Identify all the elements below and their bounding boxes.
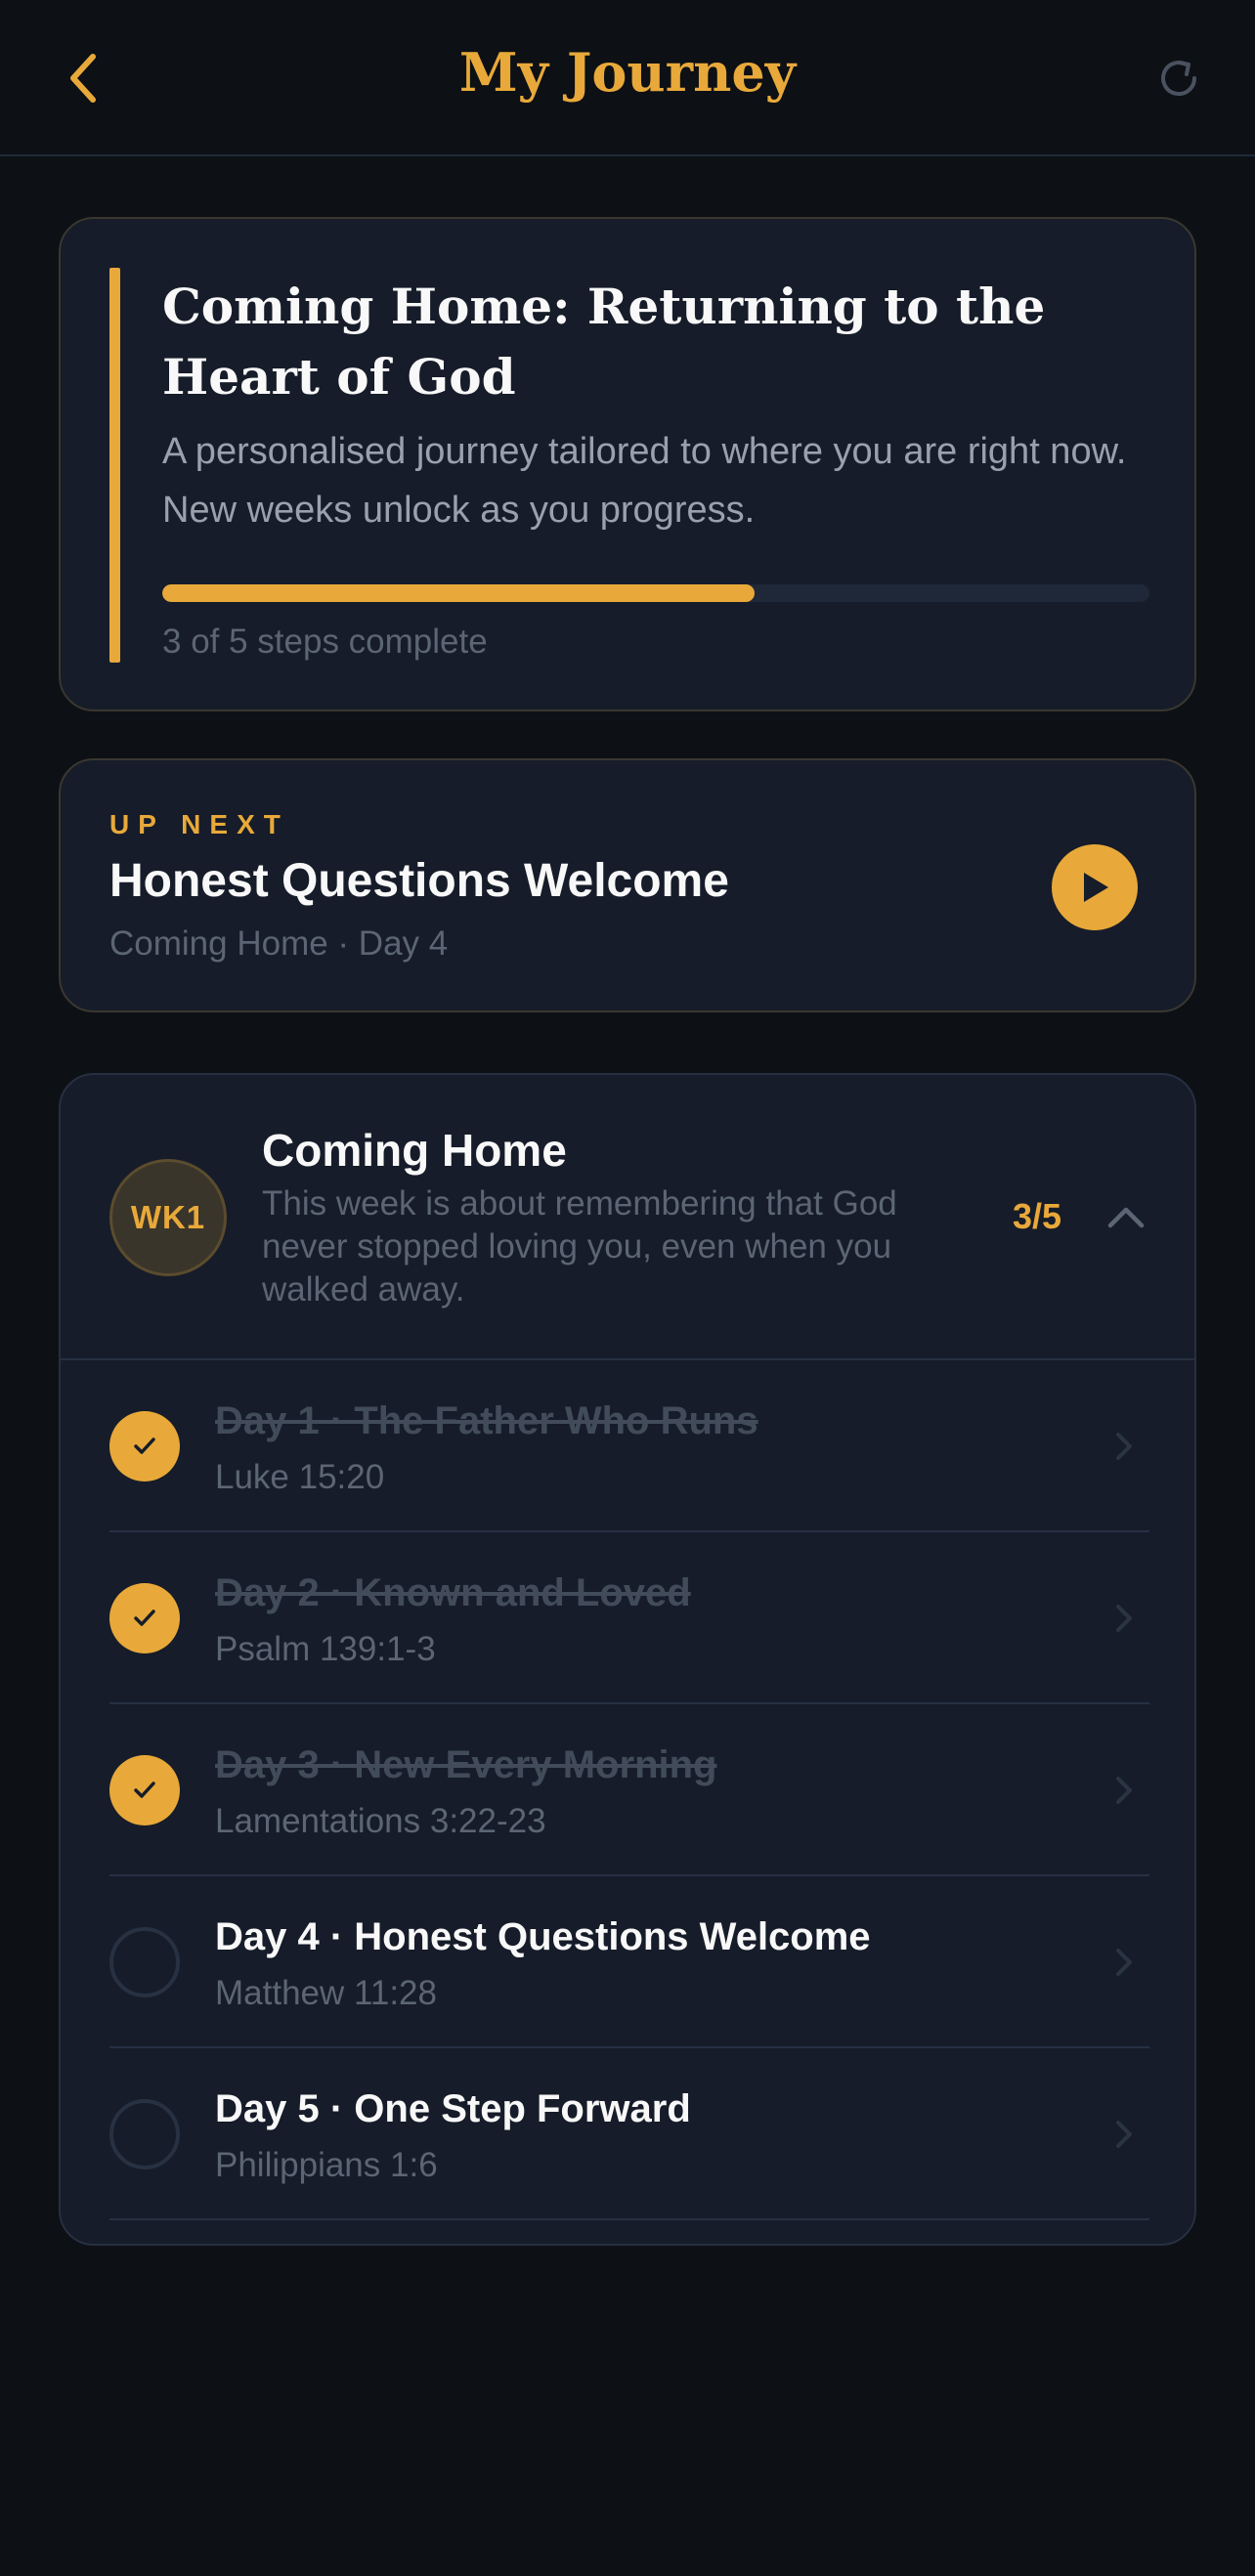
chevron-right-icon	[1116, 1777, 1132, 1804]
up-next-card[interactable]: UP NEXT Honest Questions Welcome Coming …	[59, 758, 1196, 1012]
up-next-subtitle: Coming Home · Day 4	[109, 924, 449, 963]
chevron-right-icon	[1116, 1949, 1132, 1976]
check-circle-icon[interactable]	[109, 2099, 180, 2169]
refresh-button[interactable]	[1149, 49, 1208, 107]
day-title: Day 1 · The Father Who Runs	[215, 1399, 758, 1442]
chevron-up-icon[interactable]	[1103, 1194, 1149, 1241]
progress-fill	[162, 584, 755, 602]
check-circle-icon[interactable]	[109, 1583, 180, 1653]
page-title: My Journey	[458, 41, 797, 104]
chevron-right-icon	[1116, 1605, 1132, 1632]
journey-title: Coming Home: Returning to the Heart of G…	[162, 278, 1046, 406]
day-title: Day 2 · Known and Loved	[215, 1571, 691, 1614]
day-reference: Philippians 1:6	[215, 2146, 438, 2184]
week-progress-count: 3/5	[1013, 1196, 1062, 1236]
day-row[interactable]: Day 3 · New Every Morning Lamentations 3…	[109, 1704, 1149, 1876]
week-header[interactable]: WK1 Coming Home This week is about remem…	[61, 1075, 1194, 1360]
journey-description: A personalised journey tailored to where…	[162, 431, 1127, 531]
check-circle-icon[interactable]	[109, 1927, 180, 1997]
week-badge: WK1	[109, 1159, 227, 1276]
day-title: Day 3 · New Every Morning	[215, 1743, 717, 1786]
day-reference: Psalm 139:1-3	[215, 1630, 436, 1668]
journey-card: Coming Home: Returning to the Heart of G…	[59, 217, 1196, 711]
up-next-label: UP NEXT	[109, 809, 289, 839]
day-row[interactable]: Day 4 · Honest Questions Welcome Matthew…	[109, 1876, 1149, 2048]
week-title: Coming Home	[262, 1125, 567, 1176]
app-header: My Journey	[0, 0, 1255, 156]
play-icon	[1084, 873, 1108, 902]
progress-text: 3 of 5 steps complete	[162, 623, 488, 661]
check-circle-icon[interactable]	[109, 1411, 180, 1481]
day-reference: Luke 15:20	[215, 1458, 385, 1496]
day-title: Day 5 · One Step Forward	[215, 2087, 691, 2130]
accent-bar	[109, 268, 120, 663]
check-circle-icon[interactable]	[109, 1755, 180, 1825]
day-reference: Matthew 11:28	[215, 1974, 437, 2012]
up-next-title: Honest Questions Welcome	[109, 855, 729, 907]
progress-bar	[162, 584, 1149, 602]
play-button[interactable]	[1052, 844, 1138, 930]
day-row[interactable]: Day 2 · Known and Loved Psalm 139:1-3	[109, 1532, 1149, 1704]
day-title: Day 4 · Honest Questions Welcome	[215, 1915, 871, 1958]
day-reference: Lamentations 3:22-23	[215, 1802, 546, 1840]
week-card: WK1 Coming Home This week is about remem…	[59, 1073, 1196, 2246]
day-row[interactable]: Day 1 · The Father Who Runs Luke 15:20	[109, 1360, 1149, 1532]
refresh-icon	[1161, 61, 1196, 96]
chevron-right-icon	[1116, 2121, 1132, 2148]
day-row[interactable]: Day 5 · One Step Forward Philippians 1:6	[109, 2048, 1149, 2220]
week-description: This week is about remembering that God …	[262, 1184, 897, 1309]
chevron-right-icon	[1116, 1433, 1132, 1460]
